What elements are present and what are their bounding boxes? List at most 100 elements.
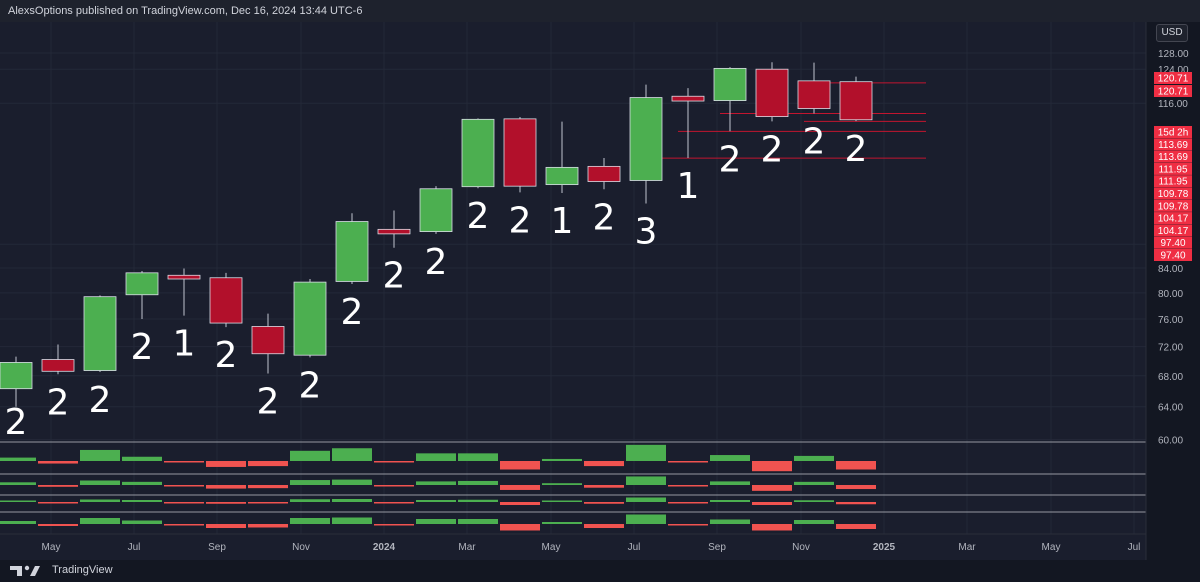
indicator-bar [836,485,876,490]
indicator-bar [794,520,834,524]
price-label: 113.69 [1158,140,1188,151]
price-label: 111.95 [1158,164,1188,175]
y-tick-label: 64.00 [1158,403,1183,414]
indicator-bar [290,450,330,461]
indicator-bar [248,524,288,528]
indicator-bar [206,502,246,504]
footer-bar: TradingView [0,560,1200,582]
candle-body [461,118,495,188]
chart-area[interactable]: 0.00000.00000.00000.00002222122222222123… [0,22,1200,560]
strat-label: 2 [215,335,238,376]
candle [335,213,369,284]
indicator-bar [122,520,162,524]
strat-label: 2 [425,242,448,283]
indicator-bar [836,524,876,529]
candle [0,356,33,407]
indicator-bar [542,500,582,502]
tradingview-brand-text: TradingView [52,564,113,576]
strat-label: 2 [47,382,70,423]
candle [41,344,75,375]
candle-body [545,166,579,186]
indicator-bar [584,502,624,504]
candle [629,84,663,204]
candle [125,270,159,320]
indicator-bar [668,485,708,487]
x-tick-label: May [42,542,61,553]
price-label: 113.69 [1158,152,1188,163]
y-tick-label: 128.00 [1158,49,1189,60]
candle [461,118,495,189]
price-label: 15d 2h [1158,128,1189,139]
indicator-bar [374,502,414,504]
indicator-bar [542,522,582,524]
strat-label: 2 [467,196,490,237]
indicator-bar [710,481,750,485]
indicator-bar [38,461,78,464]
price-label: 111.95 [1158,177,1188,188]
price-label: 109.78 [1158,189,1189,200]
indicator-bar [164,461,204,463]
price-label: 104.17 [1158,214,1189,225]
indicator-bar [500,485,540,490]
indicator-bar [836,502,876,505]
indicator-bar [794,500,834,502]
candle [293,278,327,358]
strat-label: 1 [677,166,700,207]
indicator-bar [584,461,624,467]
price-label: 97.40 [1160,238,1185,249]
strat-label: 2 [5,402,28,443]
indicator-bar [794,455,834,461]
indicator-bar [332,448,372,461]
candle-body [167,274,201,280]
candle-body [377,228,411,235]
currency-button[interactable]: USD [1156,24,1188,42]
y-tick-label: 84.00 [1158,264,1183,275]
indicator-bar [752,485,792,491]
indicator-bar [710,500,750,502]
indicator-pane-1: 0.0000 [0,444,1191,472]
indicator-bar [416,481,456,485]
publish-info-text: AlexsOptions published on TradingView.co… [8,5,363,17]
indicator-bar [206,461,246,467]
indicator-bar [164,502,204,504]
x-tick-label: Jul [1128,542,1141,553]
x-tick-label: Jul [628,542,641,553]
indicator-bar [794,481,834,485]
candle [755,62,789,122]
candle [167,268,201,316]
price-label: 109.78 [1158,201,1189,212]
x-tick-label: Sep [708,542,726,553]
indicator-bar [626,514,666,524]
candle-body [713,67,747,102]
candlestick-chart[interactable]: 0.00000.00000.00000.00002222122222222123… [0,22,1200,560]
indicator-bar [542,483,582,485]
candle [503,117,537,193]
price-label: 120.71 [1158,74,1189,85]
indicator-bar [416,500,456,502]
indicator-bar [458,453,498,461]
indicator-bar [164,524,204,526]
indicator-bar [626,444,666,461]
x-tick-label: May [1042,542,1061,553]
candle [251,313,285,374]
indicator-bar [374,524,414,526]
indicator-bar [374,485,414,487]
indicator-bar [668,502,708,504]
indicator-bar [374,461,414,463]
indicator-bar [500,461,540,470]
x-tick-label: 2025 [873,542,896,553]
strat-label: 2 [593,197,616,238]
candle [83,295,117,373]
indicator-bar [458,499,498,502]
indicator-bar [668,524,708,526]
indicator-bar [752,524,792,531]
indicator-bar [38,502,78,504]
candle-body [755,68,789,118]
indicator-bar [0,500,36,502]
indicator-bar [80,449,120,461]
indicator-bar [710,455,750,461]
indicator-bar [122,500,162,502]
y-tick-label: 68.00 [1158,372,1183,383]
x-tick-label: 2024 [373,542,396,553]
strat-label: 2 [383,256,406,297]
